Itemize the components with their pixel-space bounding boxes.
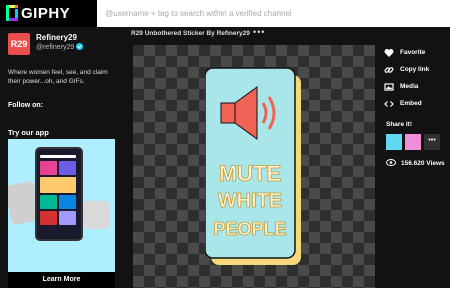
app-promo[interactable]: Learn More bbox=[8, 139, 115, 288]
search-bar bbox=[97, 0, 450, 27]
giphy-logo[interactable]: GIPHY bbox=[6, 4, 70, 22]
embed-button[interactable]: Embed bbox=[383, 95, 450, 112]
embed-label: Embed bbox=[400, 100, 422, 107]
share-buttons: ••• bbox=[386, 134, 443, 150]
media-label: Media bbox=[400, 83, 419, 90]
channel-bio: Where women feel, see, and claim their p… bbox=[8, 69, 108, 85]
giphy-logo-icon bbox=[6, 5, 18, 21]
phone-image bbox=[35, 147, 83, 241]
gif-actions: Favorite Copy link Media Embed bbox=[383, 44, 450, 112]
share-twitter-button[interactable] bbox=[386, 134, 402, 150]
gif-more-options-button[interactable]: ••• bbox=[253, 27, 265, 37]
eye-icon bbox=[386, 159, 396, 168]
avatar[interactable]: R29 bbox=[8, 33, 30, 55]
top-bar: GIPHY bbox=[0, 0, 450, 27]
favorite-label: Favorite bbox=[400, 49, 426, 56]
logo-text: GIPHY bbox=[21, 4, 71, 22]
channel-handle: @refinery29 bbox=[36, 43, 84, 51]
gif-main: R29 Unbothered Sticker By Refinery29 •••… bbox=[125, 27, 375, 288]
media-icon bbox=[383, 81, 394, 92]
search-input[interactable] bbox=[103, 0, 447, 27]
share-more-button[interactable]: ••• bbox=[424, 134, 440, 150]
gif-canvas[interactable]: MUTE WHITE PEOPLE bbox=[133, 45, 375, 288]
robot-hand-image-2 bbox=[82, 201, 110, 229]
follow-on-label: Follow on: bbox=[8, 102, 43, 109]
copy-link-button[interactable]: Copy link bbox=[383, 61, 450, 78]
avatar-text: R29 bbox=[10, 39, 28, 49]
channel-sidebar: R29 Refinery29 @refinery29 Where women f… bbox=[0, 27, 125, 288]
heart-icon bbox=[383, 47, 394, 58]
channel-handle-text: @refinery29 bbox=[36, 44, 75, 51]
sticker-line-3: PEOPLE bbox=[213, 219, 286, 239]
share-instagram-button[interactable] bbox=[405, 134, 421, 150]
share-it-label: Share it! bbox=[386, 121, 413, 128]
channel-name[interactable]: Refinery29 bbox=[36, 33, 77, 42]
link-icon bbox=[383, 64, 394, 75]
gif-title: R29 Unbothered Sticker By Refinery29 bbox=[131, 30, 250, 37]
verified-badge-icon bbox=[76, 43, 84, 50]
sticker-line-2: WHITE bbox=[218, 190, 282, 212]
favorite-button[interactable]: Favorite bbox=[383, 44, 450, 61]
mute-white-people-sticker: MUTE WHITE PEOPLE bbox=[205, 67, 301, 265]
view-count-text: 156.620 Views bbox=[401, 160, 445, 167]
learn-more-button[interactable]: Learn More bbox=[8, 272, 115, 288]
embed-icon bbox=[383, 98, 394, 109]
channel-name-text: Refinery29 bbox=[36, 33, 77, 42]
try-app-label: Try our app bbox=[8, 128, 49, 137]
view-count: 156.620 Views bbox=[386, 159, 445, 168]
sticker-line-1: MUTE bbox=[219, 161, 281, 186]
copy-link-label: Copy link bbox=[400, 66, 430, 73]
media-button[interactable]: Media bbox=[383, 78, 450, 95]
